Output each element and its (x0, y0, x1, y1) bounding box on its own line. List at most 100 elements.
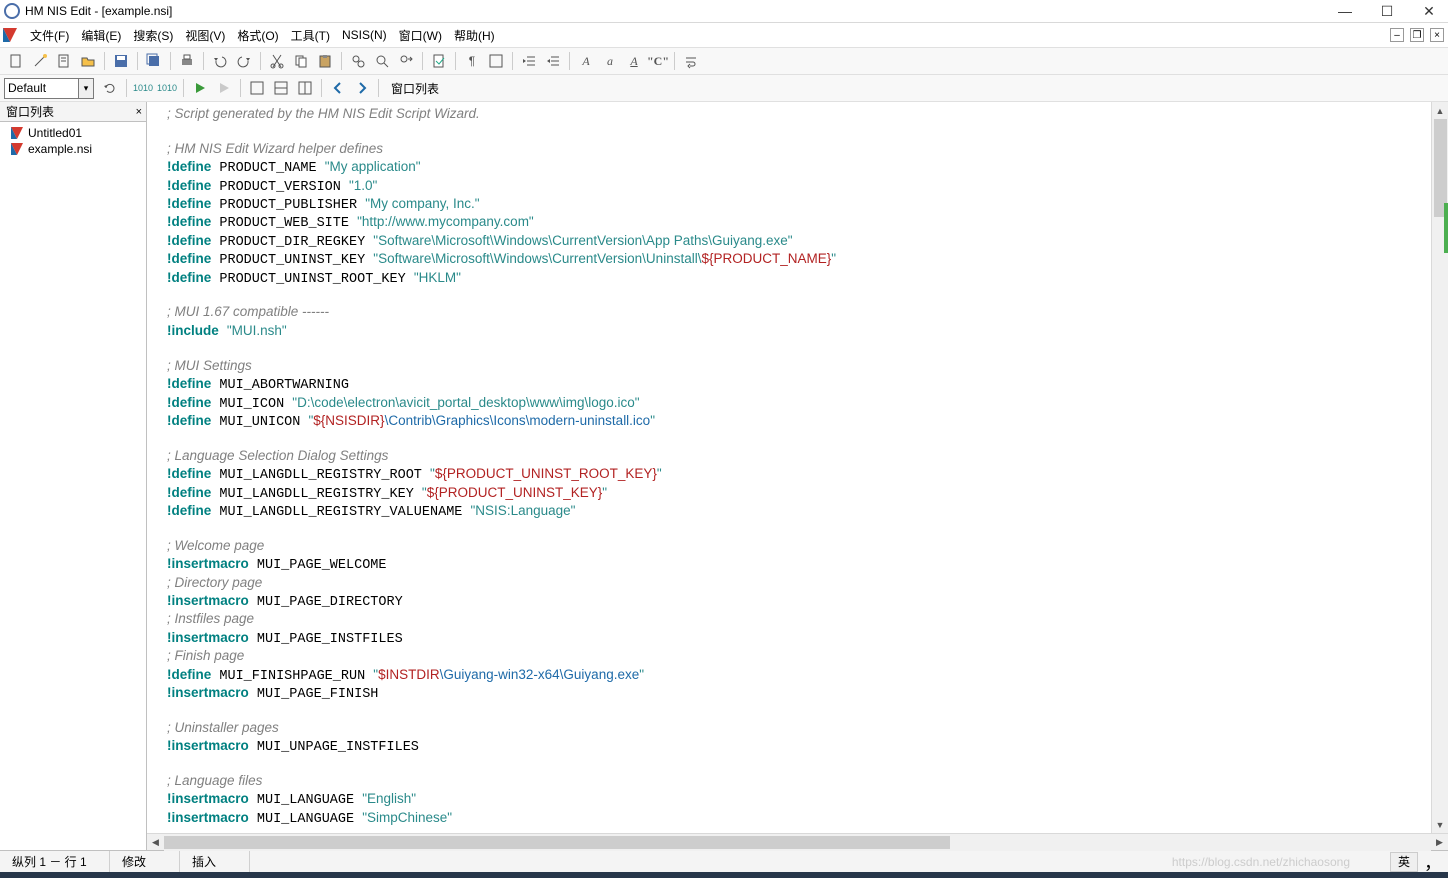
code-editor[interactable]: ; Script generated by the HM NIS Edit Sc… (147, 102, 1448, 833)
copy-icon[interactable] (290, 50, 312, 72)
lowercase-icon[interactable]: a (599, 50, 621, 72)
change-marker (1444, 203, 1448, 253)
main-split: 窗口列表 × Untitled01 example.nsi ; Script ge… (0, 102, 1448, 850)
toolbar-separator (378, 79, 379, 97)
outdent-icon[interactable] (542, 50, 564, 72)
file-name: example.nsi (28, 142, 92, 156)
mdi-controls: – ❐ × (1390, 28, 1444, 42)
toolbar-separator (170, 52, 171, 70)
mdi-minimize-button[interactable]: – (1390, 28, 1404, 42)
menu-edit[interactable]: 编辑(E) (75, 24, 127, 47)
compile-icon[interactable] (428, 50, 450, 72)
nav-back-icon[interactable] (327, 77, 349, 99)
mdi-close-button[interactable]: × (1430, 28, 1444, 42)
split-vertical-icon[interactable] (294, 77, 316, 99)
save-icon[interactable] (110, 50, 132, 72)
maximize-button[interactable]: ☐ (1380, 4, 1394, 18)
scroll-track[interactable] (1432, 119, 1448, 816)
status-modified: 修改 (110, 851, 180, 872)
scroll-thumb[interactable] (164, 836, 950, 849)
horizontal-scrollbar[interactable]: ◀ ▶ (147, 833, 1448, 850)
watermark-text: https://blog.csdn.net/zhichaosong (1172, 855, 1350, 869)
quote-icon[interactable]: "C" (647, 50, 669, 72)
file-item[interactable]: Untitled01 (0, 125, 146, 141)
highlighter-combo[interactable]: Default ▾ (4, 78, 94, 99)
toolbar-separator (203, 52, 204, 70)
toolbar-separator (569, 52, 570, 70)
binary-icon[interactable]: 1010 (156, 77, 178, 99)
file-item[interactable]: example.nsi (0, 141, 146, 157)
mdi-restore-button[interactable]: ❐ (1410, 28, 1424, 42)
combo-value: Default (8, 81, 46, 95)
togglecase-icon[interactable]: A (623, 50, 645, 72)
toolbar-separator (321, 79, 322, 97)
cut-icon[interactable] (266, 50, 288, 72)
toolbar-separator (512, 52, 513, 70)
taskbar-fragment (0, 872, 1448, 878)
status-position: 纵列 1 － 行 1 (0, 851, 110, 872)
paragraph-icon[interactable]: ¶ (461, 50, 483, 72)
chevron-down-icon[interactable]: ▾ (78, 79, 93, 98)
template-icon[interactable] (53, 50, 75, 72)
scroll-up-icon[interactable]: ▲ (1432, 102, 1448, 119)
sidebar-close-icon[interactable]: × (136, 106, 142, 118)
special-chars-icon[interactable] (485, 50, 507, 72)
menu-tools[interactable]: 工具(T) (285, 24, 336, 47)
toolbar-main: ¶ A a A "C" (0, 48, 1448, 75)
menu-search[interactable]: 搜索(S) (127, 24, 179, 47)
undo-icon[interactable] (209, 50, 231, 72)
status-insert: 插入 (180, 851, 250, 872)
hex-icon[interactable]: 1010 (132, 77, 154, 99)
wizard-icon[interactable] (29, 50, 51, 72)
menu-bar: 文件(F) 编辑(E) 搜索(S) 视图(V) 格式(O) 工具(T) NSIS… (0, 23, 1448, 48)
find-icon[interactable] (347, 50, 369, 72)
save-all-icon[interactable] (143, 50, 165, 72)
toolbar-separator (455, 52, 456, 70)
nav-forward-icon[interactable] (351, 77, 373, 99)
minimize-button[interactable]: — (1338, 4, 1352, 18)
window-title: HM NIS Edit - [example.nsi] (25, 4, 1338, 18)
toolbar-separator (137, 52, 138, 70)
scroll-down-icon[interactable]: ▼ (1432, 816, 1448, 833)
file-name: Untitled01 (28, 126, 82, 140)
scroll-track[interactable] (164, 834, 1431, 851)
scroll-left-icon[interactable]: ◀ (147, 834, 164, 851)
scroll-right-icon[interactable]: ▶ (1431, 834, 1448, 851)
ime-indicator[interactable]: 英 (1390, 852, 1418, 872)
menu-view[interactable]: 视图(V) (179, 24, 231, 47)
new-file-icon[interactable] (5, 50, 27, 72)
close-button[interactable]: ✕ (1422, 4, 1436, 18)
toolbar-separator (240, 79, 241, 97)
split-none-icon[interactable] (246, 77, 268, 99)
window-list-label[interactable]: 窗口列表 (383, 80, 447, 97)
toolbar-separator (422, 52, 423, 70)
print-icon[interactable] (176, 50, 198, 72)
uppercase-icon[interactable]: A (575, 50, 597, 72)
menu-window[interactable]: 窗口(W) (393, 24, 448, 47)
title-bar: HM NIS Edit - [example.nsi] — ☐ ✕ (0, 0, 1448, 23)
toolbar-separator (183, 79, 184, 97)
ime-extra-icon[interactable]: ， (1424, 849, 1442, 875)
status-bar: 纵列 1 － 行 1 修改 插入 https://blog.csdn.net/z… (0, 850, 1448, 872)
nsis-icon (2, 27, 18, 43)
run-last-icon[interactable] (213, 77, 235, 99)
open-icon[interactable] (77, 50, 99, 72)
menu-help[interactable]: 帮助(H) (448, 24, 501, 47)
run-icon[interactable] (189, 77, 211, 99)
refresh-icon[interactable] (99, 77, 121, 99)
menu-format[interactable]: 格式(O) (231, 24, 284, 47)
split-horizontal-icon[interactable] (270, 77, 292, 99)
menu-file[interactable]: 文件(F) (24, 24, 75, 47)
menu-nsis[interactable]: NSIS(N) (336, 25, 393, 45)
toolbar-separator (260, 52, 261, 70)
wordwrap-icon[interactable] (680, 50, 702, 72)
redo-icon[interactable] (233, 50, 255, 72)
sidebar-title: 窗口列表 (6, 103, 54, 120)
indent-icon[interactable] (518, 50, 540, 72)
replace-icon[interactable] (395, 50, 417, 72)
toolbar-separator (341, 52, 342, 70)
paste-icon[interactable] (314, 50, 336, 72)
vertical-scrollbar[interactable]: ▲ ▼ (1431, 102, 1448, 833)
toolbar-separator (104, 52, 105, 70)
find-next-icon[interactable] (371, 50, 393, 72)
